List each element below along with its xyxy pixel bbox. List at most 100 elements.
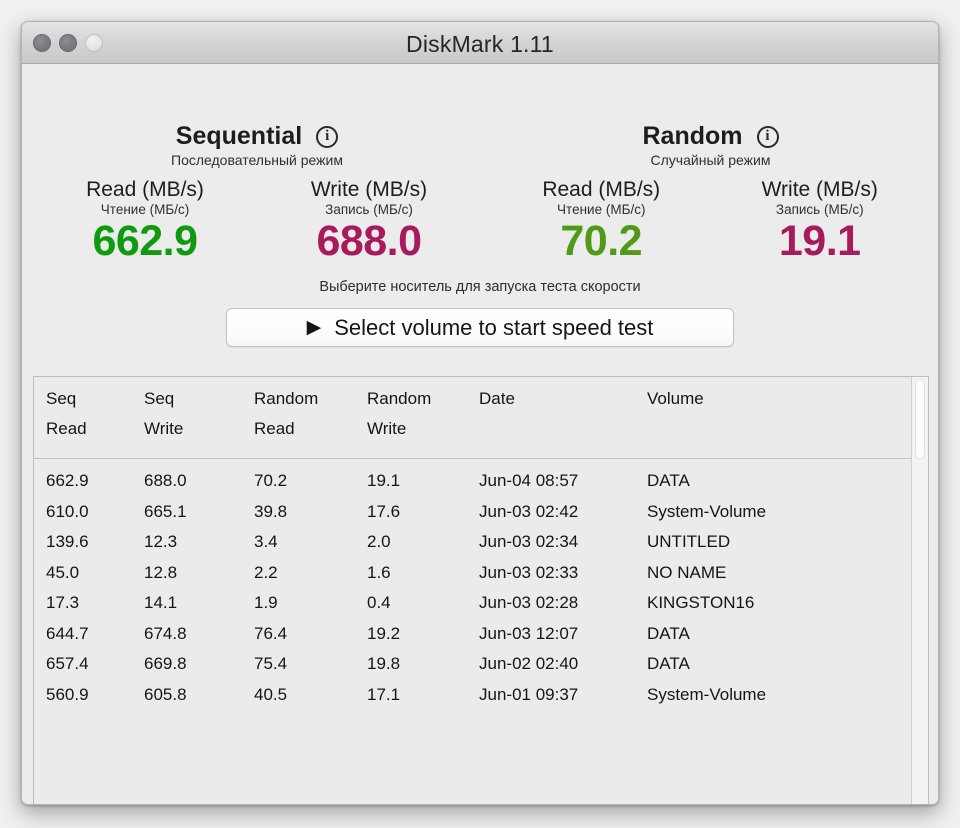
- sequential-title-row: Sequential i: [33, 122, 481, 151]
- select-volume-button-label: Select volume to start speed test: [334, 314, 654, 340]
- cell-random-read: 1.9: [254, 593, 278, 613]
- table-row[interactable]: 662.9 688.0 70.2 19.1 Jun-04 08:57 DATA: [34, 466, 911, 497]
- table-row[interactable]: 45.0 12.8 2.2 1.6 Jun-03 02:33 NO NAME: [34, 558, 911, 589]
- cell-random-write: 17.6: [367, 501, 401, 521]
- info-icon[interactable]: i: [756, 125, 779, 148]
- cell-date: Jun-04 08:57: [479, 471, 579, 491]
- cell-volume: UNTITLED: [647, 532, 731, 552]
- cell-random-read: 39.8: [254, 501, 288, 521]
- info-icon[interactable]: i: [316, 125, 339, 148]
- cell-date: Jun-03 02:34: [479, 532, 579, 552]
- table-row[interactable]: 644.7 674.8 76.4 19.2 Jun-03 12:07 DATA: [34, 619, 911, 650]
- sequential-write-value: 688.0: [316, 217, 422, 265]
- sequential-subtitle: Последовательный режим: [171, 152, 343, 168]
- table-row[interactable]: 610.0 665.1 39.8 17.6 Jun-03 02:42 System-Vol…: [34, 497, 911, 528]
- random-write-value: 19.1: [778, 217, 861, 265]
- header-rnd-read-1: Random: [254, 389, 319, 408]
- app-window: DiskMark 1.11 Sequential i Последователь…: [21, 21, 939, 805]
- cell-date: Jun-03 02:42: [479, 501, 579, 521]
- cell-random-write: 17.1: [367, 684, 401, 704]
- cell-random-read: 75.4: [254, 654, 288, 674]
- cell-random-read: 70.2: [254, 471, 288, 491]
- cell-seq-read: 560.9: [46, 684, 89, 704]
- header-spacer-1: [479, 419, 647, 439]
- cell-random-write: 19.1: [367, 471, 401, 491]
- metric-sublabel: Запись (МБ/с): [775, 202, 864, 217]
- cell-volume: NO NAME: [647, 562, 727, 582]
- results-table-rows: 662.9 688.0 70.2 19.1 Jun-04 08:57 DATA 610.0 6…: [34, 459, 911, 710]
- cell-date: Jun-03 12:07: [479, 623, 579, 643]
- table-row[interactable]: 139.6 12.3 3.4 2.0 Jun-03 02:34 UNTITLED: [34, 527, 911, 558]
- cell-random-write: 19.2: [367, 623, 401, 643]
- header-rnd-read-2: Read: [254, 419, 295, 438]
- header-seq-read-1: Seq: [46, 389, 77, 408]
- sequential-group: Sequential i Последовательный режим Read…: [33, 64, 481, 264]
- play-icon: ▶: [306, 316, 322, 338]
- cell-seq-write: 665.1: [144, 501, 187, 521]
- cell-seq-write: 669.8: [144, 654, 187, 674]
- header-seq-write-1: Seq: [144, 389, 175, 408]
- cell-random-read: 40.5: [254, 684, 288, 704]
- results-table: Seq Seq Random Random Date Volume Read W…: [33, 376, 929, 804]
- cell-date: Jun-01 09:37: [479, 684, 579, 704]
- random-title-row: Random i: [492, 122, 929, 151]
- table-row[interactable]: 657.4 669.8 75.4 19.8 Jun-02 02:40 DATA: [34, 649, 911, 680]
- cell-seq-write: 14.1: [144, 593, 178, 613]
- cell-seq-write: 674.8: [144, 623, 187, 643]
- cell-seq-read: 610.0: [46, 501, 89, 521]
- cell-date: Jun-03 02:33: [479, 562, 579, 582]
- cell-seq-write: 688.0: [144, 471, 187, 491]
- cell-random-write: 0.4: [367, 593, 391, 613]
- cell-volume: System-Volume: [647, 501, 767, 521]
- select-volume-button[interactable]: ▶ Select volume to start speed test: [226, 308, 734, 347]
- header-rnd-write-2: Write: [367, 419, 407, 438]
- random-read-metric: Read (MB/s) Чтение (МБ/с) 70.2: [492, 178, 711, 264]
- header-seq-write-2: Write: [144, 419, 184, 438]
- cell-random-write: 19.8: [367, 654, 401, 674]
- table-row[interactable]: 560.9 605.8 40.5 17.1 Jun-01 09:37 System-Vol…: [34, 680, 911, 711]
- results-table-header: Seq Seq Random Random Date Volume Read W…: [34, 377, 911, 459]
- sequential-write-metric: Write (MB/s) Запись (МБ/с) 688.0: [257, 178, 481, 264]
- cell-volume: KINGSTON16: [647, 593, 755, 613]
- cell-random-write: 2.0: [367, 532, 391, 552]
- metric-label: Read (MB/s): [86, 178, 204, 201]
- cell-seq-read: 139.6: [46, 532, 89, 552]
- sequential-read-metric: Read (MB/s) Чтение (МБ/с) 662.9: [33, 178, 257, 264]
- cell-volume: DATA: [647, 471, 690, 491]
- cell-seq-read: 17.3: [46, 593, 80, 613]
- header-seq-read-2: Read: [46, 419, 87, 438]
- cell-date: Jun-02 02:40: [479, 654, 579, 674]
- random-metrics: Read (MB/s) Чтение (МБ/с) 70.2 Write (MB…: [492, 178, 929, 264]
- header-volume: Volume: [647, 389, 704, 408]
- random-write-metric: Write (MB/s) Запись (МБ/с) 19.1: [711, 178, 930, 264]
- cell-random-read: 3.4: [254, 532, 278, 552]
- cell-volume: DATA: [647, 654, 690, 674]
- cell-random-write: 1.6: [367, 562, 391, 582]
- cell-seq-write: 605.8: [144, 684, 187, 704]
- header-date: Date: [479, 389, 515, 408]
- action-button-row: ▶ Select volume to start speed test: [22, 308, 938, 347]
- table-row[interactable]: 17.3 14.1 1.9 0.4 Jun-03 02:28 KINGSTON16: [34, 588, 911, 619]
- cell-seq-write: 12.8: [144, 562, 178, 582]
- metric-label: Write (MB/s): [761, 178, 878, 201]
- sequential-metrics: Read (MB/s) Чтение (МБ/с) 662.9 Write (M…: [33, 178, 481, 264]
- metric-label: Write (MB/s): [310, 178, 428, 201]
- metric-sublabel: Чтение (МБ/с): [557, 202, 646, 217]
- cell-volume: System-Volume: [647, 684, 767, 704]
- window-title: DiskMark 1.11: [406, 31, 554, 57]
- cell-random-read: 2.2: [254, 562, 278, 582]
- title-bar[interactable]: DiskMark 1.11: [22, 22, 938, 64]
- window-content: Sequential i Последовательный режим Read…: [22, 64, 938, 804]
- metric-sublabel: Чтение (МБ/с): [100, 202, 190, 217]
- cell-seq-write: 12.3: [144, 532, 178, 552]
- random-title: Random: [642, 122, 743, 150]
- sequential-title: Sequential: [175, 122, 303, 150]
- sequential-read-value: 662.9: [92, 217, 198, 265]
- results-table-body-area: Seq Seq Random Random Date Volume Read W…: [34, 377, 911, 804]
- results-scrollbar[interactable]: [911, 377, 928, 804]
- random-subtitle: Случайный режим: [650, 152, 771, 168]
- cell-random-read: 76.4: [254, 623, 288, 643]
- header-row-line1: Seq Seq Random Random Date Volume: [34, 389, 911, 409]
- cell-seq-read: 45.0: [46, 562, 80, 582]
- results-scrollbar-thumb[interactable]: [915, 379, 925, 459]
